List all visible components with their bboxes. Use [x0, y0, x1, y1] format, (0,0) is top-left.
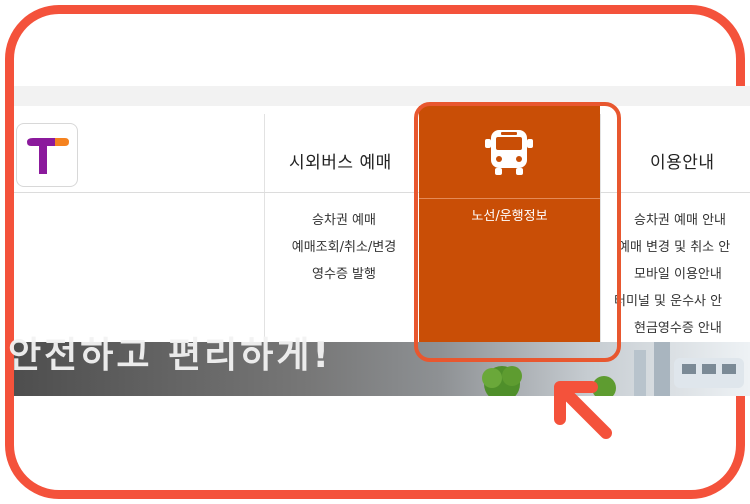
callout-highlight-box	[414, 102, 621, 362]
submenu-item-receipt[interactable]: 영수증 발행	[279, 261, 409, 288]
top-gray-bar	[14, 86, 750, 106]
submenu-reservation: 승차권 예매 예매조회/취소/변경 영수증 발행	[279, 207, 409, 288]
menu-intercity-bus-reservation[interactable]: 시외버스 예매	[289, 148, 392, 173]
submenu-item-terminal-guide[interactable]: 터미널 및 운수사 안	[614, 288, 750, 315]
banner-scenery	[482, 342, 744, 396]
submenu-item-mobile-guide[interactable]: 모바일 이용안내	[614, 261, 750, 288]
submenu-usage-guide: 승차권 예매 안내 예매 변경 및 취소 안 모바일 이용안내 터미널 및 운수…	[614, 207, 750, 342]
submenu-item-ticket-guide[interactable]: 승차권 예매 안내	[614, 207, 750, 234]
submenu-item-change-cancel-guide[interactable]: 예매 변경 및 취소 안	[614, 234, 750, 261]
submenu-item-ticket-reservation[interactable]: 승차권 예매	[279, 207, 409, 234]
site-logo[interactable]	[16, 123, 78, 187]
submenu-item-reservation-lookup[interactable]: 예매조회/취소/변경	[279, 234, 409, 261]
arrow-icon	[554, 381, 612, 439]
menu-divider	[264, 114, 265, 342]
menu-usage-guide[interactable]: 이용안내	[650, 148, 715, 173]
t-logo-icon	[27, 138, 69, 174]
website-screenshot: 시외버스 예매 승차권 예매 예매조회/취소/변경 영수증 발행 노선/운행정보…	[8, 86, 750, 396]
submenu-item-cash-receipt-guide[interactable]: 현금영수증 안내	[614, 315, 750, 342]
menu-bar-line	[14, 192, 750, 193]
main-banner: 안전하고 편리하게!	[8, 335, 750, 396]
